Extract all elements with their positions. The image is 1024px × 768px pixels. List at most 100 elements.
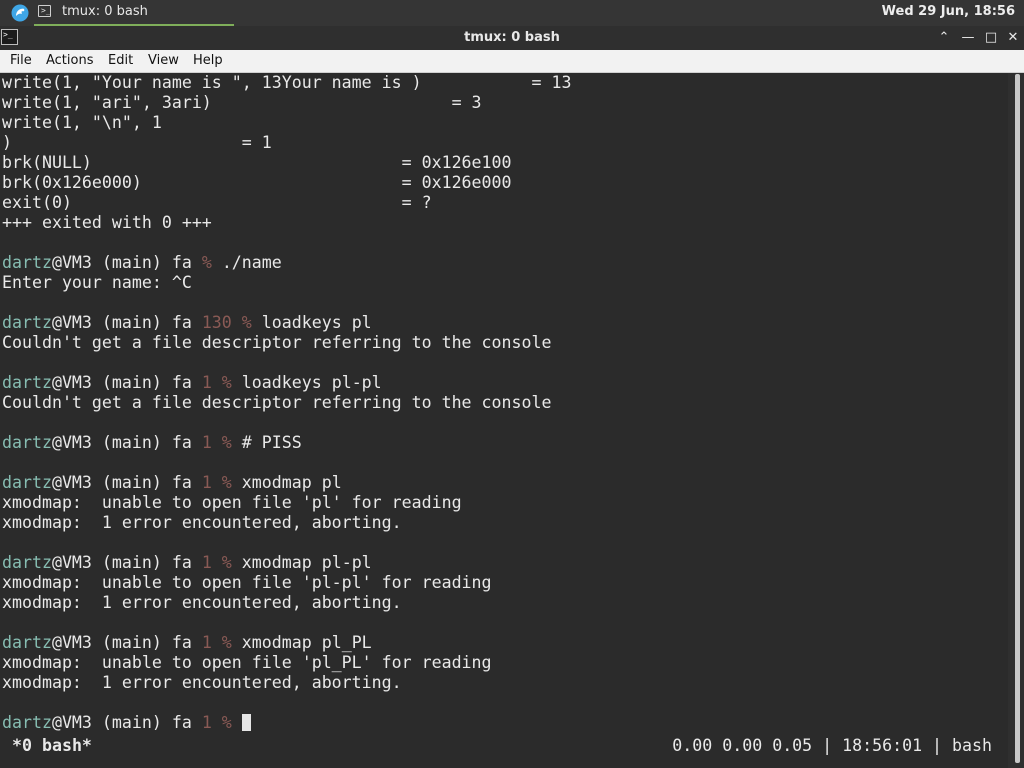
output-line: xmodmap: unable to open file 'pl-pl' for… [0, 573, 1008, 593]
output-line: write(1, "\n", 1 [0, 113, 1008, 133]
output-line: brk(NULL) = 0x126e100 [0, 153, 1008, 173]
prompt-host: @VM3 (main) fa [51, 373, 202, 392]
terminal-output[interactable]: write(1, "Your name is ", 13Your name is… [0, 73, 1008, 768]
prompt-host: @VM3 (main) fa [51, 433, 202, 452]
keep-above-button[interactable]: ⌃ [934, 28, 954, 48]
window-titlebar[interactable]: >_ tmux: 0 bash ⌃ — □ ✕ [0, 26, 1024, 50]
output-line: xmodmap: unable to open file 'pl_PL' for… [0, 653, 1008, 673]
output-text: xmodmap: 1 error encountered, aborting. [2, 673, 402, 692]
output-line: xmodmap: 1 error encountered, aborting. [0, 513, 1008, 533]
prompt-symbol: % [211, 553, 242, 572]
prompt-line: dartz@VM3 (main) fa 130 % loadkeys pl [0, 313, 1008, 333]
output-line: ) = 1 [0, 133, 1008, 153]
prompt-user: dartz [2, 473, 52, 492]
output-line: xmodmap: unable to open file 'pl' for re… [0, 493, 1008, 513]
prompt-user: dartz [2, 313, 52, 332]
minimize-button[interactable]: — [958, 28, 978, 48]
output-text: xmodmap: 1 error encountered, aborting. [2, 513, 402, 532]
output-text: write(1, "ari", 3ari) = 3 [2, 93, 482, 112]
output-text: brk(NULL) = 0x126e100 [2, 153, 512, 172]
prompt-symbol: % [191, 253, 222, 272]
prompt-command: xmodmap pl-pl [241, 553, 372, 572]
menu-actions[interactable]: Actions [46, 53, 94, 68]
output-line: +++ exited with 0 +++ [0, 213, 1008, 233]
output-line: write(1, "Your name is ", 13Your name is… [0, 73, 1008, 93]
prompt-line: dartz@VM3 (main) fa 1 % xmodmap pl [0, 473, 1008, 493]
tmux-status-bar: *0 bash* 0.00 0.00 0.05 | 18:56:01 | bas… [0, 736, 1008, 756]
output-text: xmodmap: unable to open file 'pl-pl' for… [2, 573, 492, 592]
prompt-host: @VM3 (main) fa [51, 713, 202, 732]
prompt-user: dartz [2, 633, 52, 652]
terminal-icon: >_ [38, 5, 51, 17]
output-text: write(1, "Your name is ", 13Your name is… [2, 73, 572, 92]
tmux-window-list[interactable]: *0 bash* [12, 736, 92, 756]
prompt-host: @VM3 (main) fa [51, 253, 192, 272]
output-line: xmodmap: 1 error encountered, aborting. [0, 593, 1008, 613]
prompt-host: @VM3 (main) fa [51, 553, 202, 572]
prompt-host: @VM3 (main) fa [51, 633, 202, 652]
prompt-line: dartz@VM3 (main) fa 1 % # PISS [0, 433, 1008, 453]
output-text: xmodmap: unable to open file 'pl' for re… [2, 493, 462, 512]
prompt-symbol: % [211, 433, 242, 452]
prompt-exit-status: 130 [201, 313, 232, 332]
window-title: tmux: 0 bash [464, 30, 560, 45]
output-line: brk(0x126e000) = 0x126e000 [0, 173, 1008, 193]
menu-edit[interactable]: Edit [108, 53, 133, 68]
output-line: Couldn't get a file descriptor referring… [0, 393, 1008, 413]
output-text: brk(0x126e000) = 0x126e000 [2, 173, 512, 192]
prompt-line: dartz@VM3 (main) fa 1 % [0, 713, 1008, 733]
taskbar-item-label: tmux: 0 bash [62, 4, 148, 19]
prompt-exit-status: 1 [201, 553, 212, 572]
menu-file[interactable]: File [10, 53, 32, 68]
prompt-command: loadkeys pl-pl [241, 373, 382, 392]
menu-bar: File Actions Edit View Help [0, 50, 1024, 73]
prompt-symbol: % [211, 633, 242, 652]
output-text: write(1, "\n", 1 [2, 113, 162, 132]
prompt-command: xmodmap pl_PL [241, 633, 372, 652]
desktop-logo-icon[interactable] [11, 4, 29, 22]
panel-clock[interactable]: Wed 29 Jun, 18:56 [882, 4, 1015, 19]
terminal-scrollbar[interactable] [1008, 73, 1024, 768]
prompt-line: dartz@VM3 (main) fa 1 % xmodmap pl-pl [0, 553, 1008, 573]
prompt-symbol: % [231, 313, 262, 332]
terminal-lines: write(1, "Your name is ", 13Your name is… [0, 73, 1008, 733]
output-line: Enter your name: ^C [0, 273, 1008, 293]
scrollbar-thumb[interactable] [1015, 74, 1020, 763]
menu-view[interactable]: View [148, 53, 179, 68]
prompt-line: dartz@VM3 (main) fa 1 % loadkeys pl-pl [0, 373, 1008, 393]
prompt-exit-status: 1 [201, 433, 212, 452]
output-line: write(1, "ari", 3ari) = 3 [0, 93, 1008, 113]
output-text: exit(0) = ? [2, 193, 432, 212]
top-panel: >_ tmux: 0 bash Wed 29 Jun, 18:56 [0, 0, 1024, 26]
terminal-cursor [241, 714, 251, 731]
close-button[interactable]: ✕ [1003, 28, 1023, 48]
prompt-exit-status: 1 [201, 473, 212, 492]
prompt-exit-status: 1 [201, 713, 212, 732]
output-line: exit(0) = ? [0, 193, 1008, 213]
tmux-status-right: 0.00 0.00 0.05 | 18:56:01 | bash [672, 736, 992, 755]
prompt-symbol: % [211, 473, 242, 492]
prompt-line: dartz@VM3 (main) fa % ./name [0, 253, 1008, 273]
prompt-command: xmodmap pl [241, 473, 342, 492]
prompt-host: @VM3 (main) fa [51, 313, 202, 332]
prompt-line: dartz@VM3 (main) fa 1 % xmodmap pl_PL [0, 633, 1008, 653]
prompt-user: dartz [2, 373, 52, 392]
output-text: Couldn't get a file descriptor referring… [2, 393, 552, 412]
prompt-exit-status: 1 [201, 633, 212, 652]
prompt-command: # PISS [241, 433, 302, 452]
prompt-command: loadkeys pl [261, 313, 372, 332]
maximize-button[interactable]: □ [981, 28, 1001, 48]
prompt-user: dartz [2, 433, 52, 452]
taskbar-item-tmux[interactable]: >_ tmux: 0 bash [34, 0, 234, 26]
output-line: Couldn't get a file descriptor referring… [0, 333, 1008, 353]
prompt-command: ./name [221, 253, 282, 272]
output-line: xmodmap: 1 error encountered, aborting. [0, 673, 1008, 693]
menu-help[interactable]: Help [193, 53, 223, 68]
